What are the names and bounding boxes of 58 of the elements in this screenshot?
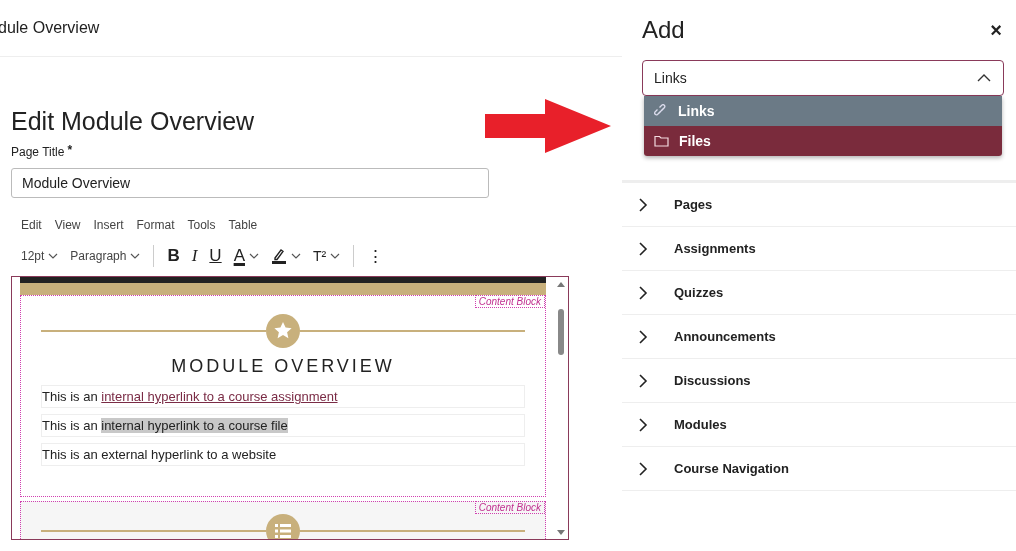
dropdown-option[interactable]: Links (644, 96, 1002, 126)
toolbar-dropdown[interactable]: 12pt (18, 244, 62, 268)
list-icon (266, 514, 300, 539)
scroll-up-icon[interactable] (557, 282, 565, 287)
menu-item[interactable]: Tools (187, 218, 216, 232)
menu-item[interactable]: Insert (93, 218, 124, 232)
toolbar-dropdown[interactable]: Paragraph (67, 244, 144, 268)
accordion-item[interactable]: Course Navigation (622, 447, 1016, 491)
chevron-icon (638, 329, 648, 344)
title-input[interactable]: Module Overview (11, 168, 489, 198)
field-label: Page Title (11, 145, 65, 159)
content-type-select[interactable]: Links (642, 60, 1004, 96)
panel-title: Add (642, 16, 685, 44)
hyperlink[interactable]: internal hyperlink to a course assignment (101, 389, 338, 404)
chevron-icon (638, 241, 648, 256)
dropdown-option[interactable]: Files (644, 126, 1002, 156)
required-mark: * (67, 143, 73, 159)
link-icon (654, 104, 668, 118)
folder-icon (654, 135, 669, 147)
paragraph: This is an internal hyperlink to a course assignment (41, 385, 525, 408)
accordion-item[interactable]: Modules (622, 403, 1016, 447)
paragraph: This is an internal hyperlink to a course file (41, 414, 525, 437)
selected-text: internal hyperlink to a course file (101, 418, 288, 433)
module-heading: MODULE OVERVIEW (170, 356, 396, 377)
block-tag: Content Block (474, 501, 545, 514)
format-button[interactable]: B (164, 244, 183, 268)
caret-icon (330, 253, 341, 259)
accordion-item[interactable]: Assignments (622, 227, 1016, 271)
accordion-item[interactable]: Quizzes (622, 271, 1016, 315)
caret-icon (291, 253, 301, 259)
accordion-item[interactable]: Announcements (622, 315, 1016, 359)
menu-item[interactable]: Format (136, 218, 175, 232)
format-button[interactable]: I (188, 244, 201, 268)
more-button[interactable]: ⋮ (364, 244, 388, 268)
block-tag: Content Block (474, 295, 545, 308)
menu-item[interactable]: View (54, 218, 81, 232)
paragraph: This is an external hyperlink to a website (41, 443, 525, 466)
menu-item[interactable]: Edit (21, 218, 42, 232)
caret-icon (977, 74, 991, 82)
chevron-icon (638, 373, 648, 388)
caret-icon (249, 253, 259, 259)
format-button[interactable]: U (206, 244, 225, 268)
close-button[interactable]: × (990, 18, 1002, 42)
chevron-icon (638, 197, 648, 212)
accordion-item[interactable]: Discussions (622, 359, 1016, 403)
chevron-icon (638, 461, 648, 476)
chevron-icon (638, 285, 648, 300)
scroll-down-icon[interactable] (557, 530, 565, 535)
editor-frame[interactable]: Content Block MODULE OVERVIEW This is an internal hyperlink to a course assignment This is an internal hyperlink to a course file This is an external hyperlink to a website Content Block (11, 276, 569, 540)
superscript-button[interactable]: T² (310, 244, 344, 268)
menu-item[interactable]: Table (228, 218, 258, 232)
caret-icon (130, 253, 141, 259)
page-heading: Edit Module Overview (11, 106, 255, 137)
chevron-icon (638, 417, 648, 432)
highlighter-icon (271, 247, 287, 265)
caret-icon (48, 253, 59, 259)
text-color-button[interactable]: A (230, 244, 262, 268)
accordion-item[interactable]: Pages (622, 183, 1016, 227)
